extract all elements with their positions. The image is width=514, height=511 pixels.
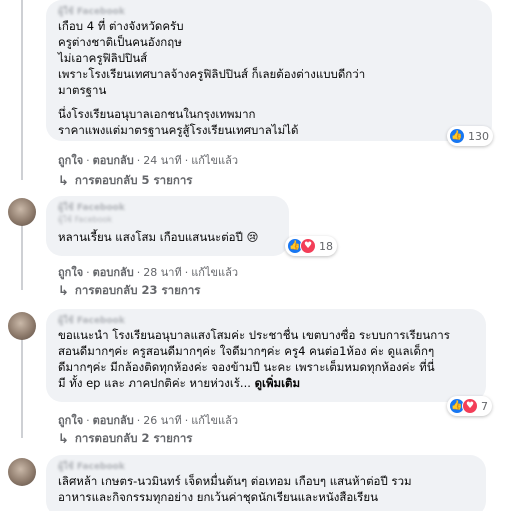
separator: · [184,154,189,167]
comment-actions: ถูกใจ · ตอบกลับ · 24 นาที · แก้ไขแล้ว [58,151,238,169]
comment-text-line: ขอแนะนำ โรงเรียนอนุบาลแสงโสมค่ะ ประชาชื่… [58,328,450,342]
comment-text-line: มี ทั้ง ep และ ภาคปกติค่ะ หายห่วงเร้... … [58,375,474,391]
timestamp[interactable]: 26 นาที [143,414,181,427]
comment-author[interactable]: ผู้ใช้ Facebook [58,461,474,473]
comment-bubble: ผู้ใช้ Facebook เลิศหล้า เกษตร-นวมินทร์ … [46,455,486,511]
comment-text-line: ดีมากๆค่ะ มีกล้องติดทุกห้องค่ะ จองข้ามปี… [58,360,435,374]
reaction-count: 18 [319,239,333,253]
comment-text-line: เลิศหล้า เกษตร-นวมินทร์ เจ็ดหมื่นต้นๆ ต่… [58,474,412,488]
edited-label: แก้ไขแล้ว [191,154,239,167]
reply-arrow-icon: ↳ [58,173,69,189]
love-reaction-icon: ♥ [462,398,478,414]
comment-text-line: นึ่งโรงเรียนอนุบาลเอกชนในกรุงเทพมาก [58,107,256,121]
comment-text-line: ราคาแพงแต่มาตรฐานครูสู้โรงเรียนเทศบาลไม่… [58,123,299,137]
comment-text-line: ไม่เอาครูฟิลิปปินส์ [58,51,148,65]
timestamp[interactable]: 24 นาที [143,154,181,167]
comment-bubble: ผู้ใช้ Facebook ผู้ใช้ Facebook หลานเรี้… [46,196,289,256]
comment-text-tail: มี ทั้ง ep และ ภาคปกติค่ะ หายห่วงเร้... [58,376,251,390]
comment-text-line: สอนดีมากๆค่ะ ครูสอนดีมากๆค่ะ ใจดีมากๆค่ะ… [58,344,435,358]
separator: · [136,154,141,167]
separator: · [136,266,141,279]
comment-text-line: เกือบ 4 ที่ ต่างจังหวัดครับ [58,19,184,33]
view-replies-button[interactable]: ↳ การตอบกลับ 23 รายการ [58,282,200,300]
see-more-link[interactable]: ดูเพิ่มเติม [255,376,301,390]
replies-label: การตอบกลับ 23 รายการ [74,283,201,297]
avatar[interactable] [8,312,36,340]
love-reaction-icon: ♥ [300,238,316,254]
view-replies-button[interactable]: ↳ การตอบกลับ 2 รายการ [58,430,192,448]
separator: · [86,266,90,279]
separator: · [184,414,189,427]
comment-text-line: เพราะโรงเรียนเทศบาลจ้างครูฟิลิปปินส์ ก็เ… [58,67,366,81]
reaction-count: 130 [468,129,489,143]
comment-text-line: หลานเรี้ยน แสงโสม เกือบแสนนะต่อปี 😢 [58,230,259,244]
replies-label: การตอบกลับ 5 รายการ [74,173,193,187]
thread-line [21,215,23,290]
comment-text-line: อาหารและกิจกรรมทุกอย่าง ยกเว้นค่าชุดนักเ… [58,490,378,504]
reaction-summary[interactable]: 👍 ♥ 7 [447,396,492,416]
reply-link[interactable]: ตอบกลับ [93,414,134,427]
comment-actions: ถูกใจ · ตอบกลับ · 26 นาที · แก้ไขแล้ว [58,411,238,429]
avatar[interactable] [8,458,36,486]
like-link[interactable]: ถูกใจ [58,266,83,279]
reply-arrow-icon: ↳ [58,283,69,299]
reaction-count: 7 [481,399,488,413]
comment-author[interactable]: ผู้ใช้ Facebook [58,202,277,214]
comment-text-line: มาตรฐาน [58,83,107,97]
like-link[interactable]: ถูกใจ [58,154,83,167]
like-reaction-icon: 👍 [449,128,465,144]
separator: · [86,414,90,427]
edited-label: แก้ไขแล้ว [191,414,239,427]
reply-link[interactable]: ตอบกลับ [93,154,134,167]
like-link[interactable]: ถูกใจ [58,414,83,427]
comment-bubble: ผู้ใช้ Facebook ขอแนะนำ โรงเรียนอนุบาลแส… [46,309,486,402]
comment-author[interactable]: ผู้ใช้ Facebook [58,6,480,18]
timestamp[interactable]: 28 นาที [143,266,181,279]
separator: · [136,414,141,427]
edited-label: แก้ไขแล้ว [191,266,239,279]
reaction-summary[interactable]: 👍 ♥ 18 [285,236,337,256]
thread-line [21,0,23,180]
comment-subauthor: ผู้ใช้ Facebook [58,215,113,224]
reaction-summary[interactable]: 👍 130 [447,126,493,146]
view-replies-button[interactable]: ↳ การตอบกลับ 5 รายการ [58,172,192,190]
thread-line [21,330,23,438]
separator: · [184,266,189,279]
reply-arrow-icon: ↳ [58,431,69,447]
comment-actions: ถูกใจ · ตอบกลับ · 28 นาที · แก้ไขแล้ว [58,263,238,281]
comment-text-line: ครูต่างชาติเป็นคนอังกฤษ [58,35,182,49]
avatar[interactable] [8,198,36,226]
replies-label: การตอบกลับ 2 รายการ [74,431,193,445]
comment-bubble: ผู้ใช้ Facebook เกือบ 4 ที่ ต่างจังหวัดค… [46,0,492,141]
separator: · [86,154,90,167]
reply-link[interactable]: ตอบกลับ [93,266,134,279]
comment-blank-line [58,98,480,106]
comment-author[interactable]: ผู้ใช้ Facebook [58,315,474,327]
